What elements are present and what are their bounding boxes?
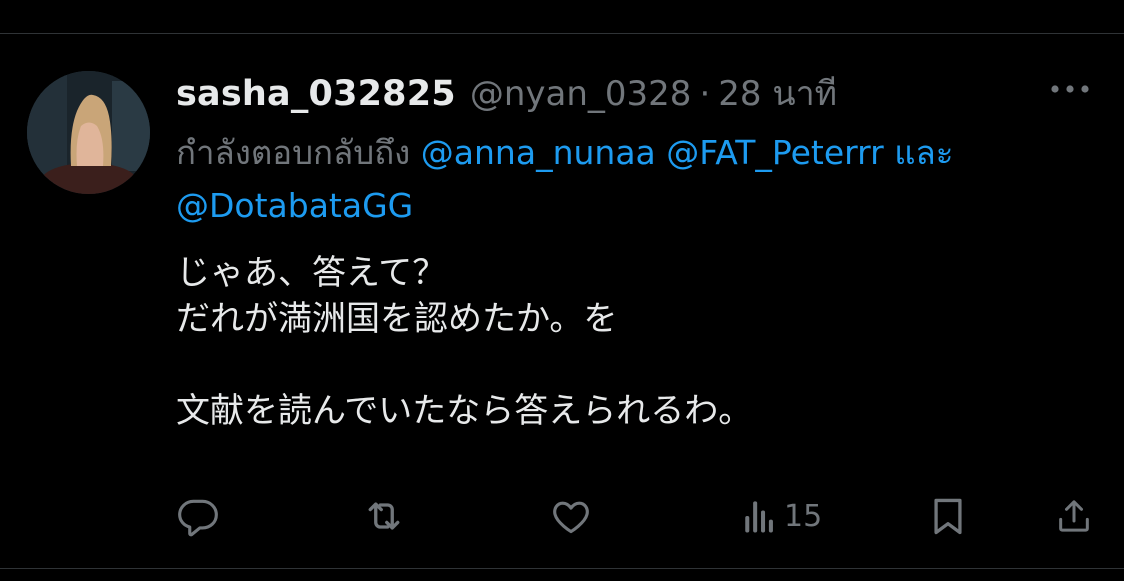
post-timestamp[interactable]: 28 นาที [718,66,837,120]
repost-icon [368,502,400,530]
views-chart-icon [745,501,773,533]
post-text: じゃあ、答えて？ だれが満洲国を認めたか。を 文献を読んでいたなら答えられるわ。 [176,250,1076,434]
more-horizontal-icon [1051,85,1089,93]
user-handle[interactable]: @nyan_0328 [470,74,692,114]
post-text-line: 文献を読んでいたなら答えられるわ。 [176,391,753,431]
mention-conjunction[interactable]: และ [894,133,953,172]
reply-button[interactable] [176,490,220,542]
top-divider [0,33,1124,34]
like-button[interactable] [549,490,593,542]
repost-button[interactable] [362,490,406,542]
display-name[interactable]: sasha_032825 [176,74,456,114]
avatar-image [27,71,150,194]
post-header: sasha_032825 @nyan_0328 · 28 นาที [176,66,837,114]
mention-link[interactable]: @anna_nunaa [421,133,656,172]
bookmark-icon [934,498,962,535]
more-options-button[interactable] [1048,72,1092,106]
heart-icon [553,501,589,534]
bottom-divider [0,568,1124,569]
post-text-line: だれが満洲国を認めたか。を [176,299,618,339]
mention-link[interactable]: @DotabataGG [176,186,413,225]
bookmark-button[interactable] [928,490,968,542]
mention-link[interactable]: @FAT_Peterrr [666,133,883,172]
share-button[interactable] [1054,490,1094,542]
reply-icon [178,499,218,537]
share-icon [1059,500,1089,532]
views-button[interactable]: 15 [742,490,822,542]
replying-to: กำลังตอบกลับถึง @anna_nunaa @FAT_Peterrr… [176,126,1096,232]
action-bar: 15 [0,490,1124,542]
post-text-line: じゃあ、答えて？ [176,253,447,293]
views-count: 15 [784,498,823,534]
avatar[interactable] [27,71,150,194]
post-text-line [176,342,1076,388]
replying-to-label: กำลังตอบกลับถึง [176,133,411,172]
separator-dot: · [699,74,711,114]
